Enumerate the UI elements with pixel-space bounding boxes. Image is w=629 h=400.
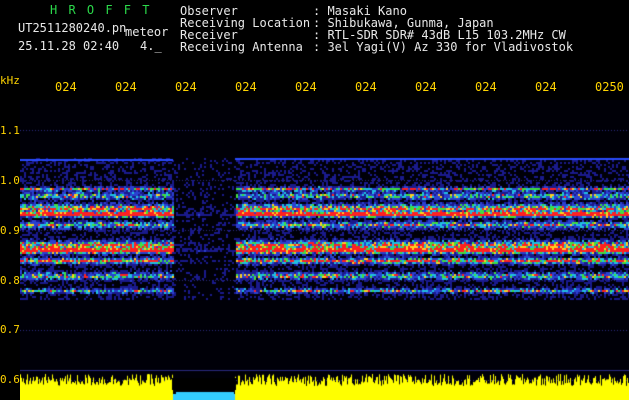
spectrogram — [20, 100, 629, 400]
x-tick-label: 024 — [295, 80, 317, 94]
y-tick-label: 0.6 — [0, 373, 20, 386]
x-tick-label: 024 — [175, 80, 197, 94]
program-title: H R O F F T — [50, 3, 152, 17]
y-tick-label: 1.0 — [0, 174, 20, 187]
y-tick-label: 0.9 — [0, 224, 20, 237]
antenna-label: Receiving Antenna — [180, 40, 303, 54]
x-tick-label: 024 — [415, 80, 437, 94]
x-tick-label: 0250 — [595, 80, 624, 94]
y-tick-label: 0.7 — [0, 323, 20, 336]
file-name: UT2511280240.pn — [18, 21, 127, 35]
mode-label: meteor — [125, 25, 169, 39]
setting-label: 4._ — [140, 39, 162, 53]
axis-unit-label: kHz — [0, 74, 20, 87]
y-tick-label: 0.8 — [0, 274, 20, 287]
x-tick-label: 024 — [55, 80, 77, 94]
x-tick-label: 024 — [355, 80, 377, 94]
x-tick-label: 024 — [475, 80, 497, 94]
x-tick-label: 024 — [115, 80, 137, 94]
x-tick-label: 024 — [535, 80, 557, 94]
antenna-value: : 3el Yagi(V) Az 330 for Vladivostok — [313, 40, 574, 54]
y-tick-label: 1.1 — [0, 124, 20, 137]
date-time: 25.11.28 02:40 — [18, 39, 120, 53]
x-tick-label: 024 — [235, 80, 257, 94]
